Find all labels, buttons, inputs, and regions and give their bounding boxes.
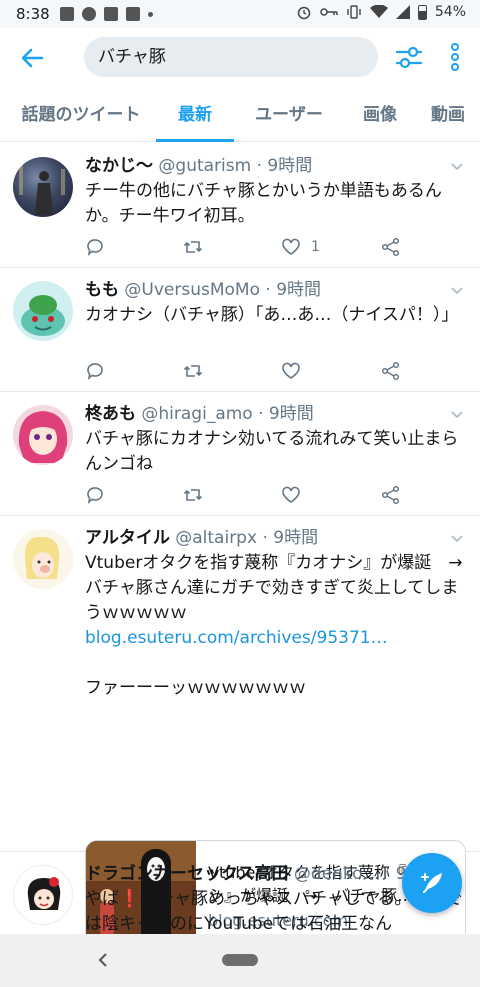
retweet-button[interactable] — [183, 359, 203, 383]
wifi-icon — [369, 5, 388, 18]
heart-icon — [282, 486, 300, 503]
system-nav-bar — [0, 934, 480, 987]
back-arrow-icon — [21, 48, 44, 68]
reply-icon — [87, 487, 103, 505]
avatar[interactable] — [13, 865, 73, 925]
heart-icon — [282, 238, 300, 255]
share-icon — [381, 237, 400, 257]
tab-users[interactable]: ユーザー — [234, 88, 344, 142]
search-filter-button[interactable] — [395, 42, 423, 72]
retweet-icon — [183, 241, 203, 253]
reply-button[interactable] — [85, 359, 105, 383]
tweet-actions — [85, 359, 415, 383]
tweet[interactable]: 柊あも @hiragi_amo · 9時間 バチャ豚にカオナシ効いてる流れみて笑… — [0, 392, 480, 516]
author-name[interactable]: 柊あも — [85, 404, 136, 424]
status-time: 8:38 — [16, 5, 50, 23]
compose-tweet-button[interactable] — [402, 853, 462, 913]
like-button[interactable]: 1 — [281, 235, 320, 259]
share-button[interactable] — [381, 235, 401, 259]
like-button[interactable] — [281, 483, 301, 507]
tweet[interactable]: もも @UversusMoMo · 9時間 カオナシ（バチャ豚）「あ…あ…（ナイ… — [0, 268, 480, 392]
tweet-actions: 1 — [85, 235, 415, 259]
nav-home-pill[interactable] — [222, 954, 258, 966]
chevron-down-icon[interactable] — [450, 532, 464, 546]
avatar[interactable] — [13, 529, 73, 589]
more-options-button[interactable] — [446, 42, 464, 72]
tab-images[interactable]: 画像 — [344, 88, 416, 142]
avatar[interactable] — [13, 281, 73, 341]
tweet-time: · 9時間 — [265, 280, 322, 300]
vibrate-icon — [347, 5, 361, 19]
reply-icon — [87, 363, 103, 381]
search-tabs: 話題のツイート 最新 ユーザー 画像 動画 — [0, 88, 480, 142]
tweet-text: チー牛の他にバチャ豚とかいうか単語もあるんか。チー牛ワイ初耳。 — [85, 181, 442, 226]
status-bar: 8:38 54% — [0, 0, 480, 28]
tab-latest[interactable]: 最新 — [156, 88, 234, 142]
tweet-time: · 9時間 — [258, 404, 314, 424]
key-icon — [320, 8, 338, 16]
tweet-link[interactable]: blog.esuteru.com/archives/95371… — [85, 628, 388, 648]
battery-percent: 54% — [434, 4, 466, 20]
battery-icon — [417, 4, 427, 20]
image-icon — [60, 7, 74, 21]
like-count: 1 — [311, 239, 320, 255]
tweet-text: Vtuberオタクを指す蔑称『カオナシ』が爆誕 → バチャ豚さん達にガチで効きす… — [85, 553, 480, 648]
author-name[interactable]: もも — [85, 280, 119, 300]
search-input[interactable]: バチャ豚 — [84, 37, 378, 77]
share-button[interactable] — [381, 359, 401, 383]
share-button[interactable] — [381, 483, 401, 507]
share-icon — [381, 485, 400, 505]
box-icon — [126, 7, 140, 21]
retweet-icon — [183, 365, 203, 377]
like-button[interactable] — [281, 359, 301, 383]
reply-button[interactable] — [85, 235, 105, 259]
author-handle: @hiragi_amo — [141, 404, 253, 424]
author-name[interactable]: なかじ〜 — [85, 156, 153, 176]
dot-icon — [148, 11, 153, 17]
author-handle: @altairpx — [175, 528, 258, 548]
signal-icon — [395, 5, 410, 19]
tweet[interactable]: アルタイル @altairpx · 9時間 Vtuberオタクを指す蔑称『カオナ… — [0, 516, 480, 985]
chevron-down-icon[interactable] — [450, 408, 464, 422]
retweet-button[interactable] — [183, 235, 203, 259]
chevron-down-icon[interactable] — [450, 284, 464, 298]
retweet-icon — [183, 489, 203, 501]
author-name[interactable]: アルタイル — [85, 528, 170, 548]
share-icon — [381, 361, 400, 381]
avatar[interactable] — [13, 405, 73, 465]
tweet[interactable]: なかじ〜 @gutarism · 9時間 チー牛の他にバチャ豚とかいうか単語もあ… — [0, 144, 480, 268]
tweet-text-continued: ファーーーッｗｗｗｗｗｗｗ — [85, 678, 306, 698]
back-button[interactable] — [16, 42, 48, 74]
search-header: バチャ豚 — [0, 28, 480, 88]
tweet-time: · 9時間 — [256, 156, 313, 176]
reply-icon — [87, 239, 103, 257]
author-name[interactable]: ドラゴンカーセックス高田 — [85, 864, 289, 884]
tweet-text: バチャ豚にカオナシ効いてる流れみて笑い止まらんンゴね — [85, 429, 459, 474]
chevron-down-icon[interactable] — [450, 160, 464, 174]
app-icon — [104, 7, 118, 21]
heart-icon — [282, 362, 300, 379]
alarm-icon — [297, 6, 311, 20]
tab-top-tweets[interactable]: 話題のツイート — [6, 88, 156, 142]
nav-back-icon[interactable] — [96, 951, 110, 969]
avatar[interactable] — [13, 157, 73, 217]
author-handle: @gutarism — [158, 156, 252, 176]
author-handle: @UversusMoMo — [124, 280, 260, 300]
tweet-time: · 9時間 — [262, 528, 319, 548]
notification-icon — [82, 7, 96, 21]
tweet-text: カオナシ（バチャ豚）「あ…あ…（ナイスパ！）」 — [85, 305, 459, 325]
reply-button[interactable] — [85, 483, 105, 507]
author-handle: @denko… — [293, 864, 380, 884]
retweet-button[interactable] — [183, 483, 203, 507]
tab-videos[interactable]: 動画 — [416, 88, 480, 142]
compose-feather-icon — [421, 873, 442, 893]
filter-sliders-icon — [395, 46, 423, 69]
tweet-actions — [85, 483, 415, 507]
more-vertical-icon — [451, 43, 459, 71]
